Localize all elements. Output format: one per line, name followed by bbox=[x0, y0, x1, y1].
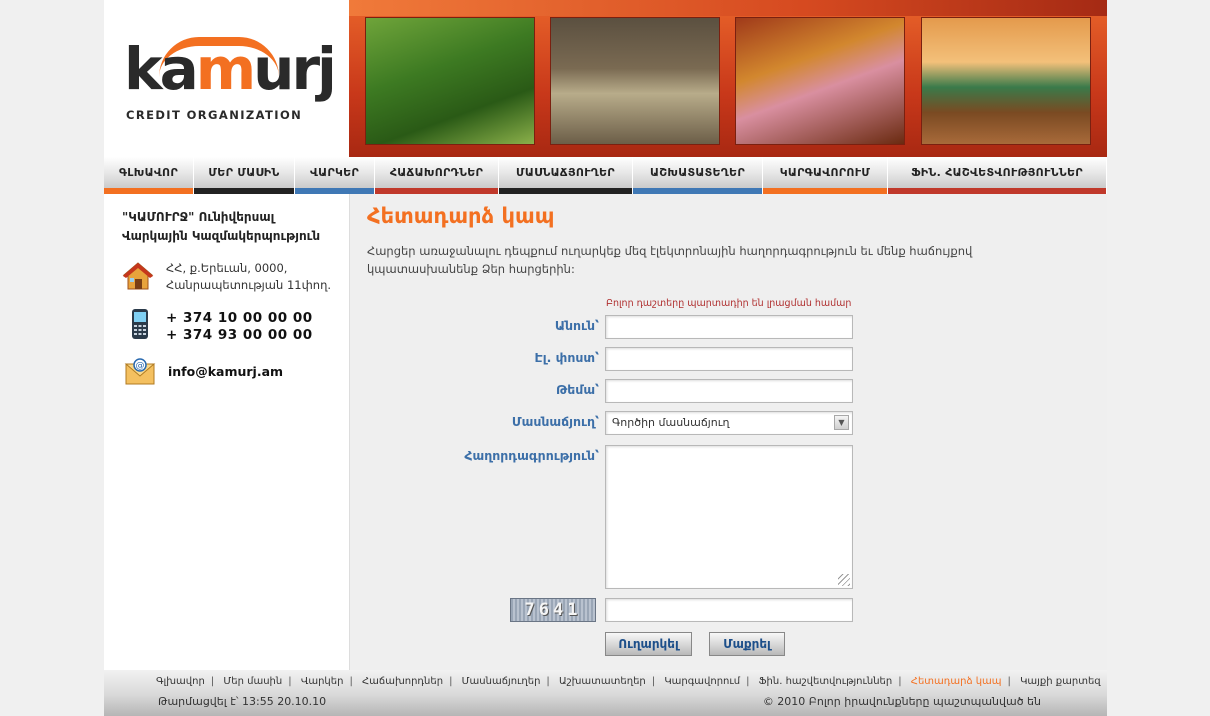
footer-separator: | bbox=[651, 676, 656, 687]
email-label: Էլ. փոստ՝ bbox=[534, 350, 599, 365]
nav-label: ԿԱՐԳԱՎՈՐՈՒՄ bbox=[779, 166, 871, 179]
footer-link-branches[interactable]: Մասնաճյուղեր bbox=[462, 676, 541, 687]
org-name-line: Վարկային Կազմակերպություն bbox=[122, 229, 321, 243]
nav-label: ՀԱՃԱԽՈՐԴՆԵՐ bbox=[389, 166, 484, 179]
market-vendor-photo bbox=[735, 17, 905, 145]
ducklings-photo bbox=[550, 17, 720, 145]
phone-number[interactable]: + 374 10 00 00 00 bbox=[166, 310, 313, 327]
org-name-line: "ԿԱՄՈՒՐՋ" Ունիվերսալ bbox=[122, 210, 275, 224]
footer-separator: | bbox=[1007, 676, 1011, 687]
page-title: Հետադարձ կապ bbox=[367, 204, 555, 228]
required-note: Բոլոր դաշտերը պարտադիր են լրացման համար bbox=[606, 298, 852, 309]
footer-separator: | bbox=[210, 676, 215, 687]
branch-select[interactable]: Գործիր մասնաճյուղ ▼ bbox=[605, 411, 853, 435]
chevron-down-icon[interactable]: ▼ bbox=[834, 415, 849, 430]
nav-label: ՎԱՐԿԵՐ bbox=[309, 166, 360, 179]
clear-button[interactable]: Մաքրել bbox=[709, 632, 785, 656]
footer-links: Գլխավոր | Մեր մասին | Վարկեր | Հաճախորդներ |… bbox=[156, 676, 1101, 687]
nav-item-regulation[interactable]: ԿԱՐԳԱՎՈՐՈՒՄ bbox=[763, 157, 888, 194]
footer-link-clients[interactable]: Հաճախորդներ bbox=[362, 676, 443, 687]
nav-label: ՖԻՆ. ՀԱՇՎԵՏՎՈՒԹՅՈՒՆՆԵՐ bbox=[911, 166, 1083, 179]
nav-label: ԱՇԽԱՏԱՏԵՂԵՐ bbox=[650, 166, 745, 179]
nav-item-fin-reports[interactable]: ՖԻՆ. ՀԱՇՎԵՏՎՈՒԹՅՈՒՆՆԵՐ bbox=[888, 157, 1107, 194]
footer: Գլխավոր | Մեր մասին | Վարկեր | Հաճախորդներ |… bbox=[104, 670, 1107, 716]
contact-form-section: Հետադարձ կապ Հարցեր առաջանալու դեպքում ո… bbox=[349, 194, 1107, 670]
nav-label: ՄԱՍՆԱՃՅՈՒՂԵՐ bbox=[516, 166, 615, 179]
footer-link-about[interactable]: Մեր մասին bbox=[223, 676, 282, 687]
header-banner bbox=[349, 0, 1107, 157]
footer-link-regulation[interactable]: Կարգավորում bbox=[664, 676, 740, 687]
footer-separator: | bbox=[546, 676, 550, 687]
nav-item-loans[interactable]: ՎԱՐԿԵՐ bbox=[295, 157, 375, 194]
captcha-input[interactable] bbox=[605, 598, 853, 622]
footer-separator: | bbox=[349, 676, 353, 687]
tractor-field-photo bbox=[921, 17, 1091, 145]
message-label: Հաղորդագրություն՝ bbox=[464, 448, 599, 463]
greenhouse-farmer-photo bbox=[365, 17, 535, 145]
org-name: "ԿԱՄՈՒՐՋ" Ունիվերսալ Վարկային Կազմակերպո… bbox=[122, 208, 320, 246]
banner-strip bbox=[349, 0, 1107, 16]
nav-item-branches[interactable]: ՄԱՍՆԱՃՅՈՒՂԵՐ bbox=[499, 157, 633, 194]
nav-item-clients[interactable]: ՀԱՃԱԽՈՐԴՆԵՐ bbox=[375, 157, 499, 194]
last-updated: Թարմացվել է՝ 13:55 20.10.10 bbox=[158, 695, 327, 708]
logo-wordmark: kamurj bbox=[124, 35, 337, 103]
phone-numbers: + 374 10 00 00 00 + 374 93 00 00 00 bbox=[166, 310, 313, 344]
logo[interactable]: kamurj CREDIT ORGANIZATION bbox=[104, 0, 349, 157]
nav-item-home[interactable]: ԳԼԽԱՎՈՐ bbox=[104, 157, 194, 194]
footer-separator: | bbox=[449, 676, 453, 687]
name-input[interactable] bbox=[605, 315, 853, 339]
mobile-phone-icon bbox=[132, 309, 148, 339]
phone-number[interactable]: + 374 93 00 00 00 bbox=[166, 327, 313, 344]
copyright: © 2010 Բոլոր իրավունքները պաշտպանված են bbox=[762, 695, 1041, 708]
name-label: Անուն՝ bbox=[554, 318, 599, 333]
main-nav: ԳԼԽԱՎՈՐ ՄԵՐ ՄԱՍԻՆ ՎԱՐԿԵՐ ՀԱՃԱԽՈՐԴՆԵՐ ՄԱՍ… bbox=[104, 157, 1107, 194]
svg-text:@: @ bbox=[136, 361, 145, 371]
branch-selected-value: Գործիր մասնաճյուղ bbox=[612, 416, 730, 429]
address-line: ՀՀ, ք.Երեւան, 0000, bbox=[166, 261, 288, 275]
house-icon bbox=[122, 262, 154, 290]
logo-subtitle: CREDIT ORGANIZATION bbox=[126, 108, 303, 122]
header: kamurj CREDIT ORGANIZATION bbox=[104, 0, 1107, 157]
footer-separator: | bbox=[746, 676, 750, 687]
address: ՀՀ, ք.Երեւան, 0000, Հանրապետության 11փող… bbox=[166, 260, 331, 294]
captcha-image: 7641 bbox=[510, 598, 596, 622]
nav-item-about[interactable]: ՄԵՐ ՄԱՍԻՆ bbox=[194, 157, 295, 194]
resize-grip-icon[interactable] bbox=[838, 574, 850, 586]
email-link[interactable]: info@kamurj.am bbox=[168, 364, 283, 379]
contact-panel: "ԿԱՄՈՒՐՋ" Ունիվերսալ Վարկային Կազմակերպո… bbox=[104, 194, 349, 670]
footer-link-home[interactable]: Գլխավոր bbox=[156, 676, 205, 687]
footer-link-fin-reports[interactable]: Ֆին. հաշվետվություններ bbox=[759, 676, 893, 687]
submit-button[interactable]: Ուղարկել bbox=[605, 632, 692, 656]
intro-text: Հարցեր առաջանալու դեպքում ուղարկեք մեզ է… bbox=[367, 244, 973, 276]
address-line: Հանրապետության 11փող. bbox=[166, 278, 332, 292]
nav-label: ՄԵՐ ՄԱՍԻՆ bbox=[208, 166, 280, 179]
footer-link-contact[interactable]: Հետադարձ կապ bbox=[911, 676, 1002, 687]
subject-label: Թեմա՝ bbox=[556, 382, 599, 397]
footer-separator: | bbox=[288, 676, 292, 687]
footer-separator: | bbox=[898, 676, 902, 687]
footer-link-jobs[interactable]: Աշխատատեղեր bbox=[559, 676, 646, 687]
page: kamurj CREDIT ORGANIZATION ԳԼԽԱՎՈՐ ՄԵՐ Մ… bbox=[104, 0, 1107, 716]
footer-link-loans[interactable]: Վարկեր bbox=[301, 676, 344, 687]
message-textarea[interactable] bbox=[605, 445, 853, 589]
footer-link-sitemap[interactable]: Կայքի քարտեզ bbox=[1020, 676, 1101, 687]
nav-item-jobs[interactable]: ԱՇԽԱՏԱՏԵՂԵՐ bbox=[633, 157, 763, 194]
nav-label: ԳԼԽԱՎՈՐ bbox=[119, 166, 178, 179]
email-input[interactable] bbox=[605, 347, 853, 371]
email-envelope-icon: @ bbox=[124, 358, 156, 385]
subject-input[interactable] bbox=[605, 379, 853, 403]
branch-label: Մասնաճյուղ՝ bbox=[511, 414, 599, 429]
